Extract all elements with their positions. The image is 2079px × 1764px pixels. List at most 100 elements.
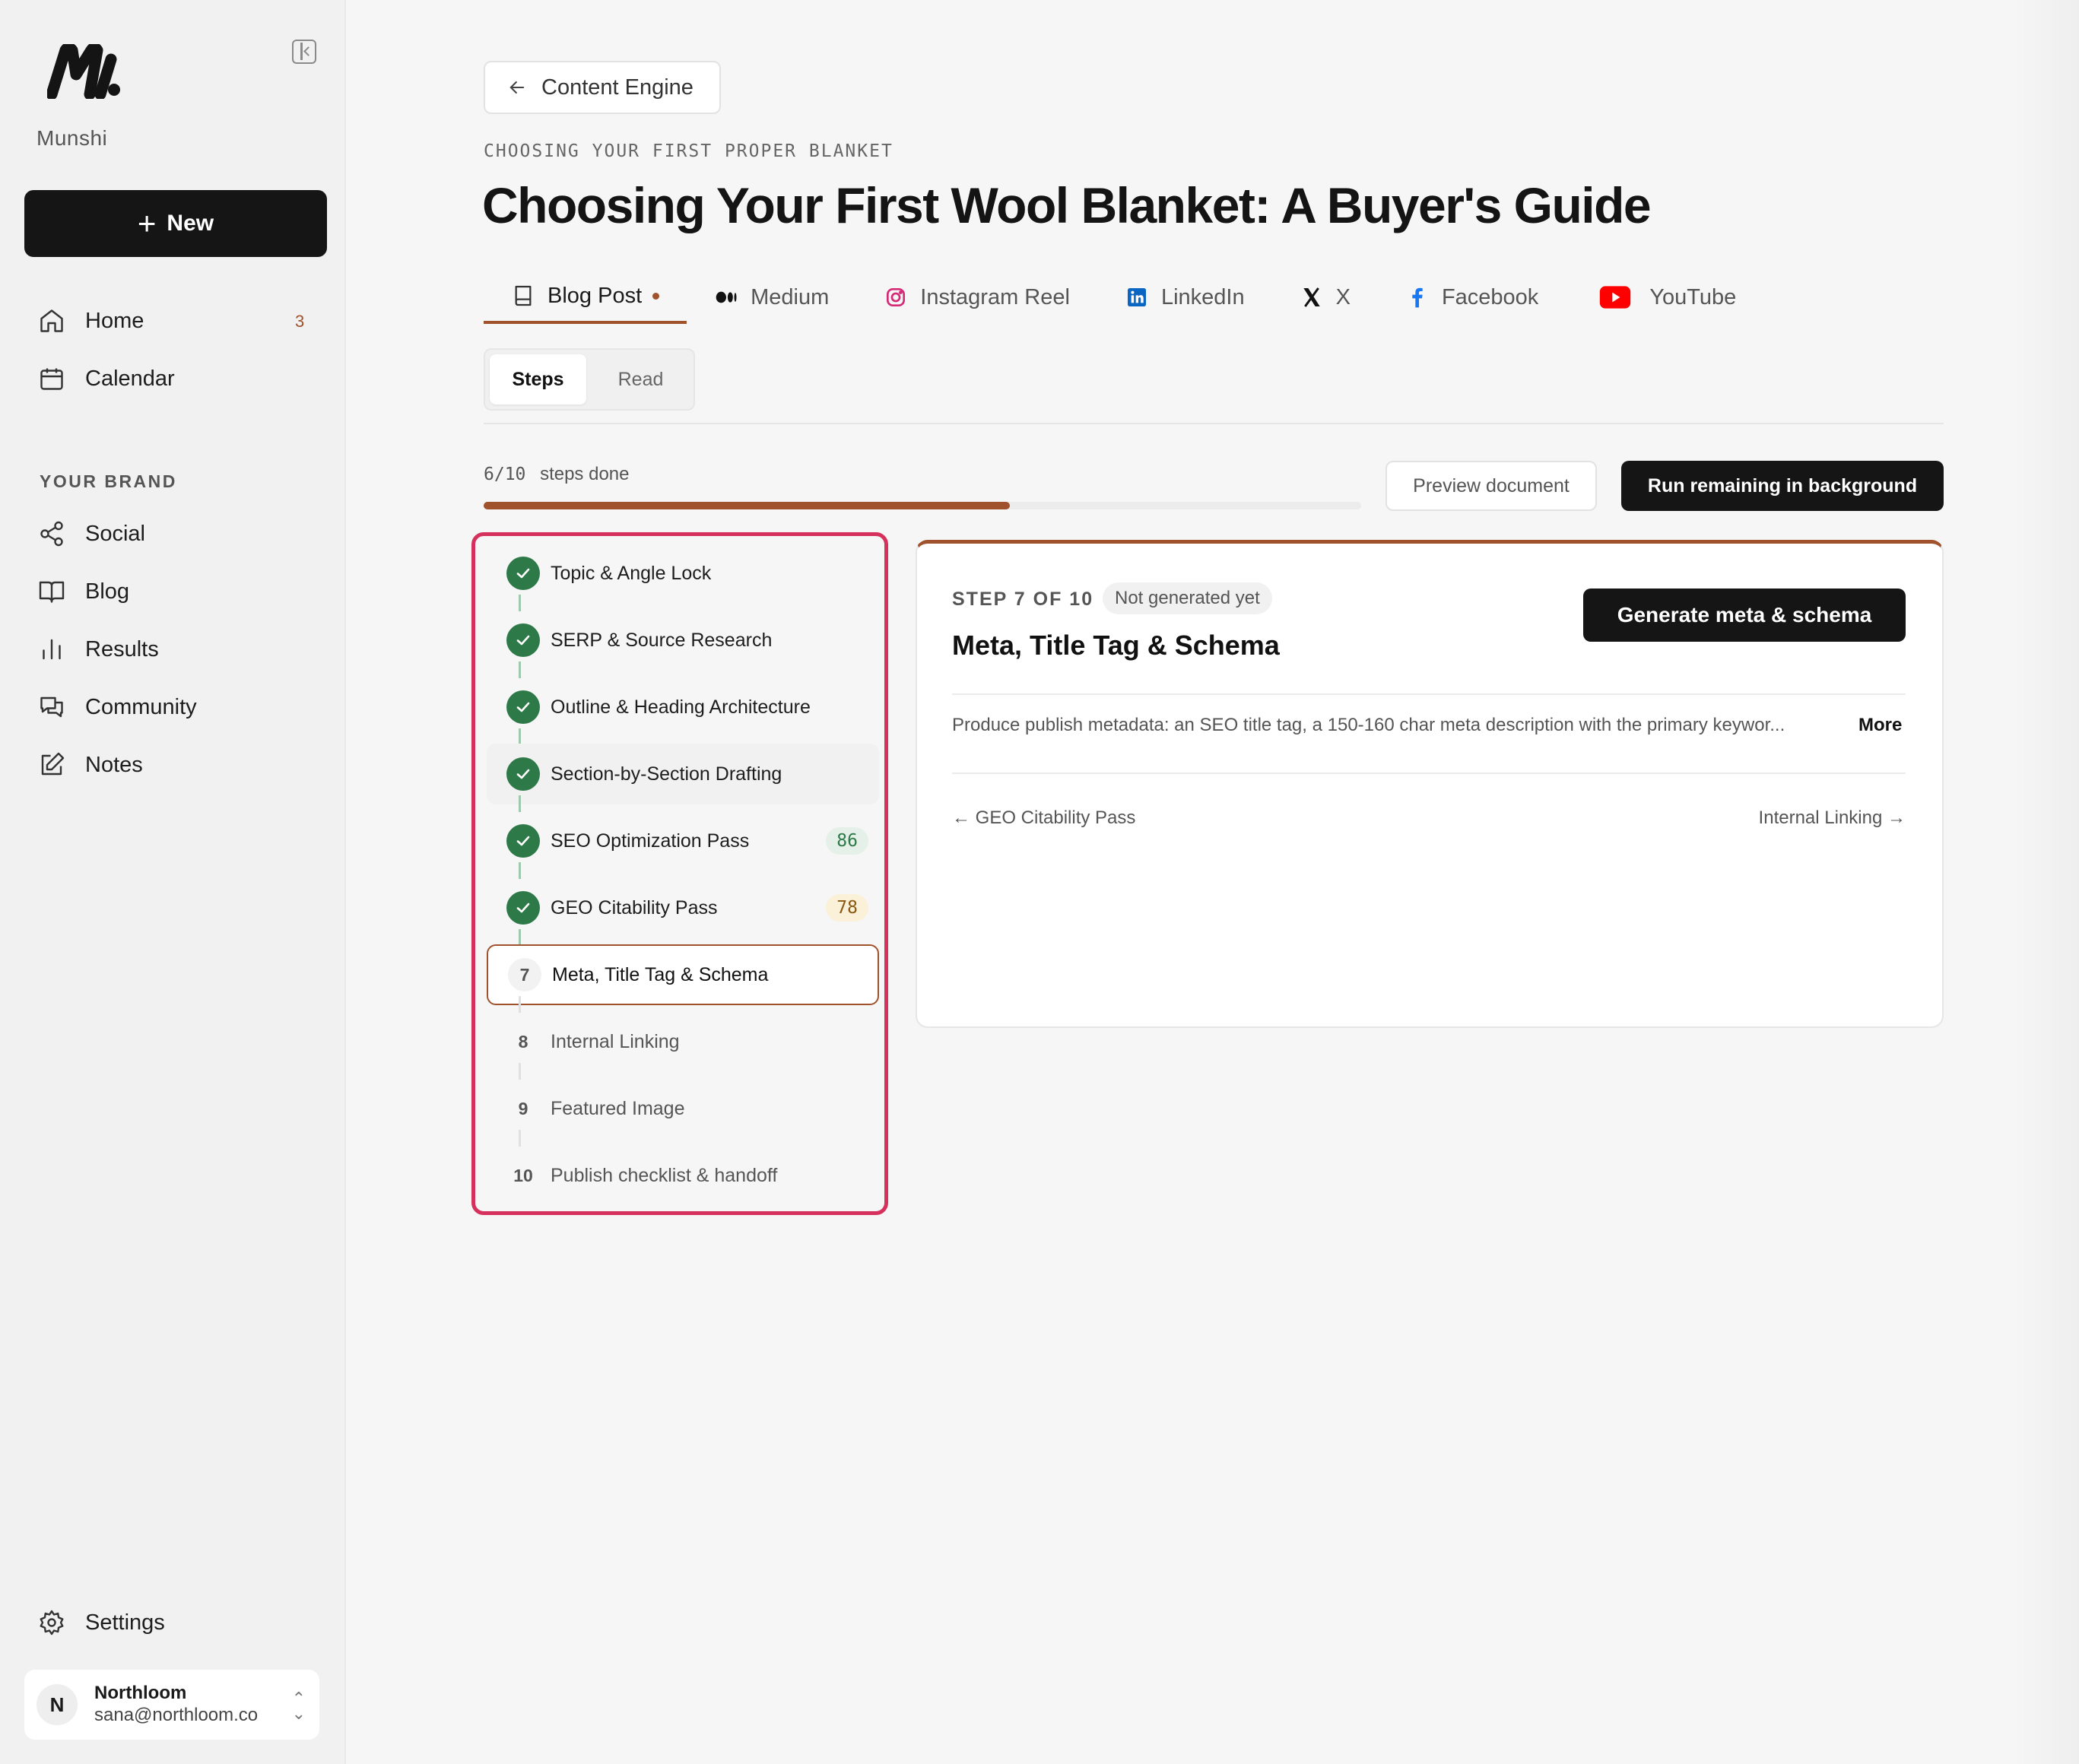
section-label-your-brand: YOUR BRAND: [40, 471, 177, 491]
step-label: Publish checklist & handoff: [551, 1164, 778, 1186]
munshi-logo: [47, 44, 120, 99]
x-icon: [1303, 287, 1320, 307]
share-icon: [40, 521, 63, 547]
step-label: SEO Optimization Pass: [551, 830, 750, 852]
edge-shade: [2011, 0, 2079, 1764]
step-label: Featured Image: [551, 1097, 685, 1119]
tab-label: LinkedIn: [1160, 284, 1245, 309]
step-connector: [519, 595, 521, 611]
new-button-label: New: [167, 211, 214, 236]
sidebar-item-blog[interactable]: Blog: [38, 578, 129, 605]
progress-count: 6/10: [484, 465, 526, 484]
card-divider: [952, 773, 1906, 774]
toggle-steps[interactable]: Steps: [490, 354, 586, 405]
step-connector: [519, 996, 521, 1013]
step-label: GEO Citability Pass: [551, 896, 718, 918]
step-item[interactable]: 10 Publish checklist & handoff: [487, 1145, 879, 1206]
check-circle-icon: [506, 623, 540, 657]
sidebar-item-label: Home: [85, 308, 144, 333]
collapse-sidebar-icon[interactable]: [292, 40, 316, 64]
new-button[interactable]: + New: [24, 190, 327, 257]
tab-label: Blog Post: [548, 283, 643, 308]
tab-youtube[interactable]: YouTube: [1566, 271, 1763, 324]
sidebar-item-home[interactable]: Home: [38, 307, 144, 335]
divider: [484, 423, 1944, 424]
eyebrow: CHOOSING YOUR FIRST PROPER BLANKET: [484, 141, 893, 161]
sidebar: Munshi + New Home 3 Calendar YOUR BRAND …: [0, 0, 346, 1764]
check-circle-icon: [506, 891, 540, 925]
step-connector: [519, 662, 521, 678]
step-label: Outline & Heading Architecture: [551, 696, 811, 718]
next-step-link[interactable]: Internal Linking →: [1759, 807, 1906, 829]
step-connector: [519, 929, 521, 946]
step-connector: [519, 1130, 521, 1147]
step-label: Meta, Title Tag & Schema: [552, 963, 769, 985]
sidebar-item-label: Settings: [85, 1610, 165, 1635]
user-email: sana@northloom.co: [94, 1705, 259, 1725]
step-item[interactable]: GEO Citability Pass 78: [487, 877, 879, 938]
tab-x[interactable]: X: [1272, 271, 1378, 324]
step-number-label: 8: [518, 1031, 528, 1052]
step-label: Internal Linking: [551, 1030, 680, 1052]
back-button[interactable]: Content Engine: [484, 61, 721, 114]
card-divider: [952, 693, 1906, 695]
page-title: Choosing Your First Wool Blanket: A Buye…: [482, 177, 1652, 233]
sidebar-item-label: Notes: [85, 752, 143, 777]
gear-icon: [40, 1610, 64, 1636]
sidebar-item-settings[interactable]: Settings: [38, 1609, 165, 1636]
toggle-read[interactable]: Read: [592, 354, 689, 405]
score-badge: 78: [826, 894, 868, 922]
book-icon: [515, 285, 532, 306]
book-open-icon: [39, 581, 65, 603]
check-circle-icon: [506, 690, 540, 724]
tab-medium[interactable]: Medium: [687, 271, 856, 324]
step-item[interactable]: SEO Optimization Pass 86: [487, 811, 879, 871]
sidebar-item-results[interactable]: Results: [38, 636, 159, 663]
account-switcher[interactable]: N Northloom sana@northloom.co ⌃ ⌄: [24, 1670, 319, 1740]
tab-label: Facebook: [1441, 284, 1539, 309]
sidebar-item-notes[interactable]: Notes: [38, 751, 143, 779]
step-connector: [519, 728, 521, 745]
step-item[interactable]: SERP & Source Research: [487, 610, 879, 671]
check-circle-icon: [506, 757, 540, 791]
step-item[interactable]: Outline & Heading Architecture: [487, 677, 879, 738]
tab-blog-post[interactable]: Blog Post: [484, 271, 687, 324]
tab-linkedin[interactable]: LinkedIn: [1097, 271, 1272, 324]
step-item[interactable]: 9 Featured Image: [487, 1078, 879, 1139]
step-item[interactable]: Section-by-Section Drafting: [487, 744, 879, 804]
tab-instagram-reel[interactable]: Instagram Reel: [856, 271, 1097, 324]
user-info: Northloom sana@northloom.co: [94, 1683, 258, 1727]
plus-icon: +: [137, 205, 157, 241]
step-item-current[interactable]: 7 Meta, Title Tag & Schema: [487, 944, 879, 1005]
generate-button[interactable]: Generate meta & schema: [1583, 589, 1906, 642]
instagram-icon: [887, 288, 906, 306]
progress-fill: [484, 502, 1011, 509]
run-remaining-button[interactable]: Run remaining in background: [1621, 461, 1944, 511]
tab-label: YouTube: [1649, 284, 1737, 309]
home-icon: [40, 309, 63, 332]
preview-document-button[interactable]: Preview document: [1385, 461, 1597, 511]
sidebar-item-label: Social: [85, 521, 145, 546]
channel-tabs: Blog Post Medium Instagram Reel LinkedIn…: [484, 271, 1763, 324]
bar-chart-icon: [43, 639, 61, 660]
linkedin-icon: [1127, 288, 1146, 306]
sidebar-item-social[interactable]: Social: [38, 520, 145, 547]
step-item[interactable]: 8 Internal Linking: [487, 1011, 879, 1072]
back-button-label: Content Engine: [541, 75, 694, 100]
facebook-icon: [1412, 287, 1423, 308]
chat-icon: [40, 696, 63, 718]
step-description: Produce publish metadata: an SEO title t…: [952, 715, 1785, 735]
calendar-icon: [40, 368, 63, 390]
step-number-label: 10: [513, 1165, 533, 1185]
tab-facebook[interactable]: Facebook: [1378, 271, 1566, 324]
step-item[interactable]: Topic & Angle Lock: [487, 543, 879, 604]
step-connector: [519, 1063, 521, 1080]
chevron-up-down-icon: ⌃ ⌄: [291, 1689, 306, 1723]
sidebar-item-community[interactable]: Community: [38, 693, 197, 721]
more-link[interactable]: More: [1858, 715, 1902, 736]
sidebar-item-calendar[interactable]: Calendar: [38, 365, 175, 392]
youtube-icon: [1600, 286, 1631, 309]
previous-step-link[interactable]: ← GEO Citability Pass: [952, 807, 1135, 829]
progress-text: 6/10 steps done: [484, 464, 629, 485]
step-label: Section-by-Section Drafting: [551, 763, 782, 785]
